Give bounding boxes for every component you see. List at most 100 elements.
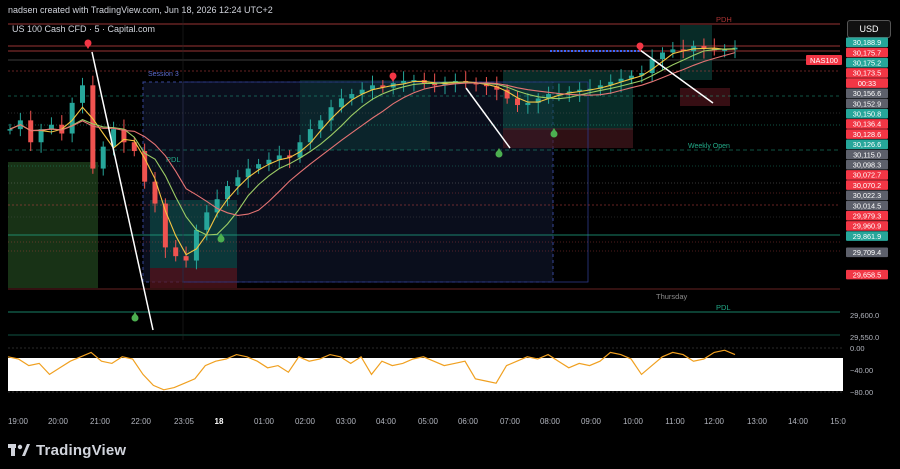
tradingview-brand: TradingView	[36, 441, 127, 459]
price-label-bg	[846, 57, 888, 68]
candle-body	[359, 89, 365, 95]
price-label-bg	[846, 119, 888, 129]
pdl-label-2: PDL	[716, 303, 731, 312]
candle-body	[587, 88, 593, 91]
weekly-open-label: Weekly Open	[688, 143, 730, 150]
price-label-bg	[846, 108, 888, 119]
price-label-bg	[846, 231, 888, 241]
price-label: 30,175.7	[846, 47, 888, 58]
price-label-bg	[846, 68, 888, 78]
candle-body	[173, 247, 179, 257]
candle-body	[432, 83, 438, 86]
red-zone-2	[503, 128, 633, 148]
demand-zone	[8, 162, 98, 288]
x-tick: 03:00	[336, 417, 357, 426]
price-label-bg	[846, 88, 888, 99]
price-label: 30,150.8	[846, 108, 888, 119]
candle-body	[577, 89, 583, 92]
candle-body	[193, 229, 199, 261]
session-label: Session 3	[148, 71, 179, 78]
price-label-text: 29,658.5	[853, 270, 881, 279]
price-label: 30,173.5	[846, 68, 888, 78]
candle-body	[256, 164, 262, 169]
oscillator-tick: 0.00	[850, 344, 865, 353]
candle-body	[214, 199, 220, 213]
oscillator-scale: 0.00 −40.00 −80.00	[850, 344, 873, 397]
x-tick: 08:00	[540, 417, 561, 426]
price-label: 30,070.2	[846, 180, 888, 190]
candle-body	[597, 85, 603, 89]
currency-button[interactable]: USD	[847, 20, 891, 38]
price-label-bg	[846, 200, 888, 211]
price-label: 29,658.5	[846, 269, 888, 280]
price-label-bg	[846, 247, 888, 258]
price-label-text: 30,126.6	[853, 140, 881, 149]
candle-body	[660, 52, 665, 60]
candle-body	[452, 80, 458, 83]
price-label-bg	[846, 190, 888, 201]
candle-body	[38, 129, 44, 143]
candle-body	[691, 45, 697, 52]
moving-average-line	[9, 52, 736, 216]
candle-body	[483, 84, 489, 87]
candle-body	[628, 75, 634, 79]
price-label-text: 30,173.5	[853, 69, 881, 78]
candle-body	[390, 83, 396, 88]
x-tick: 04:00	[376, 417, 397, 426]
price-label-text: 30,156.6	[853, 89, 881, 98]
symbol-tag	[806, 55, 842, 65]
price-label-bg	[846, 98, 888, 109]
teal-zone-2	[300, 80, 430, 150]
candle-body	[421, 80, 427, 84]
price-scale: 30,188.930,175.730,175.230,173.500:3330,…	[846, 37, 888, 280]
symbol-title[interactable]: US 100 Cash CFD · 5 · Capital.com	[12, 24, 155, 34]
price-label: 30,156.6	[846, 88, 888, 99]
price-label-text: 30,115.0	[853, 150, 881, 159]
marker-green-3	[495, 148, 503, 158]
price-label-text: 00:33	[858, 79, 876, 88]
price-label-text: 30,022.3	[853, 191, 881, 200]
candle-body	[235, 177, 241, 187]
oscillator-tick: −40.00	[850, 366, 873, 375]
candle-body	[411, 80, 417, 82]
price-label: 30,014.5	[846, 200, 888, 211]
marker-green-1	[131, 312, 139, 322]
author-line: nadsen created with TradingView.com, Jun…	[8, 5, 273, 15]
moving-average-line	[9, 47, 736, 256]
candle-body	[80, 85, 85, 103]
price-chart[interactable]: PDH Session 3 PDL Weekly Open Thursday P…	[0, 0, 900, 469]
time-axis: 19:00 20:00 21:00 22:00 23:05 18 01:00 02:00 03:…	[8, 417, 846, 426]
price-label-text: 30,175.2	[853, 59, 881, 68]
teal-zone-3	[503, 70, 633, 130]
candle-body	[266, 159, 272, 165]
price-label: 30,098.3	[846, 159, 888, 170]
price-label-bg	[846, 37, 888, 48]
price-label: 29,709.4	[846, 247, 888, 258]
oscillator-tick: −80.00	[850, 388, 873, 397]
x-tick: 20:00	[48, 417, 69, 426]
x-tick: 12:00	[704, 417, 725, 426]
candle-body	[525, 102, 531, 106]
x-tick: 11:00	[665, 417, 685, 426]
price-label-bg	[846, 129, 888, 139]
price-label-text: 29,960.9	[853, 222, 881, 231]
session-box	[142, 81, 554, 283]
price-label-bg	[846, 139, 888, 150]
marker-green-4	[550, 128, 558, 138]
price-label-bg	[846, 47, 888, 58]
price-label: 00:33	[846, 78, 888, 88]
candle-body	[639, 73, 645, 76]
price-label: 30,175.2	[846, 57, 888, 68]
x-tick: 01:00	[254, 417, 275, 426]
price-label: 29,979.3	[846, 210, 888, 221]
candle-body	[546, 94, 552, 99]
marker-green-2	[217, 233, 225, 243]
symbol-tag-text: NAS100	[810, 56, 838, 65]
candle-body	[618, 78, 624, 82]
candle-body	[670, 49, 676, 53]
x-tick: 06:00	[458, 417, 479, 426]
price-label-text: 30,072.7	[853, 171, 881, 180]
x-tick: 13:00	[747, 417, 768, 426]
candle-body	[701, 45, 707, 49]
candle-body	[131, 142, 137, 152]
